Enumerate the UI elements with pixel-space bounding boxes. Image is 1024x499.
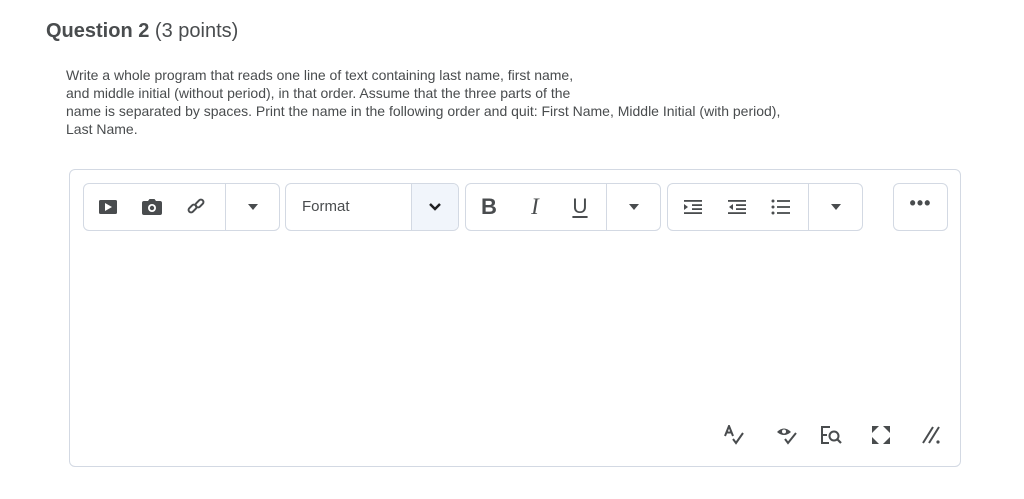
- italic-button[interactable]: I: [516, 184, 554, 230]
- bullet-list-icon: [771, 199, 790, 215]
- list-toolbar-group: [667, 183, 863, 231]
- accessibility-checker-icon: [777, 428, 797, 445]
- chevron-down-icon: [429, 203, 441, 211]
- text-style-toolbar-group: B I U: [465, 183, 661, 231]
- bullet-list-button[interactable]: [764, 184, 798, 230]
- chevron-down-icon: [629, 204, 639, 210]
- fullscreen-icon: [872, 426, 890, 444]
- video-play-icon: [99, 200, 117, 214]
- chevron-down-icon: [831, 204, 841, 210]
- indent-icon: [684, 200, 702, 214]
- more-dots-icon: •••: [909, 192, 932, 213]
- outdent-icon: [728, 200, 746, 214]
- underline-button[interactable]: U: [561, 184, 599, 230]
- resize-handle-icon: [922, 426, 940, 444]
- preview-icon: [821, 426, 842, 444]
- more-actions-button[interactable]: •••: [893, 183, 948, 231]
- outdent-button[interactable]: [720, 184, 754, 230]
- question-points: (3 points): [154, 20, 239, 42]
- insert-more-dropdown[interactable]: [226, 184, 280, 230]
- format-select[interactable]: Format: [285, 183, 459, 231]
- format-select-toggle[interactable]: [411, 184, 458, 230]
- question-title: Question 2 (3 points): [46, 20, 238, 43]
- question-number: Question 2: [46, 20, 150, 42]
- insert-link-button[interactable]: [178, 184, 214, 230]
- prompt-line: Write a whole program that reads one lin…: [66, 67, 574, 83]
- rich-text-editor: Format B I U •••: [69, 169, 961, 467]
- more-actions-icon: •••: [894, 184, 947, 230]
- insert-video-button[interactable]: [90, 184, 126, 230]
- preview-button[interactable]: [816, 420, 846, 450]
- resize-handle[interactable]: [916, 420, 946, 450]
- bold-button[interactable]: B: [470, 184, 508, 230]
- camera-icon: [142, 199, 162, 215]
- indent-button[interactable]: [676, 184, 710, 230]
- prompt-line: Last Name.: [66, 121, 138, 137]
- link-icon: [187, 198, 205, 214]
- prompt-line: name is separated by spaces. Print the n…: [66, 103, 781, 119]
- insert-toolbar-group: [83, 183, 280, 231]
- list-more-dropdown[interactable]: [809, 184, 863, 230]
- insert-image-button[interactable]: [134, 184, 170, 230]
- fullscreen-button[interactable]: [866, 420, 896, 450]
- text-style-more-dropdown[interactable]: [607, 184, 661, 230]
- chevron-down-icon: [248, 204, 258, 210]
- format-select-value: Format: [302, 198, 350, 215]
- accessibility-checker-button[interactable]: [772, 420, 802, 450]
- spellcheck-button[interactable]: [719, 420, 749, 450]
- editor-content-area[interactable]: [82, 240, 948, 416]
- prompt-line: and middle initial (without period), in …: [66, 85, 571, 101]
- question-prompt: Write a whole program that reads one lin…: [66, 66, 966, 138]
- spellcheck-icon: [724, 425, 744, 445]
